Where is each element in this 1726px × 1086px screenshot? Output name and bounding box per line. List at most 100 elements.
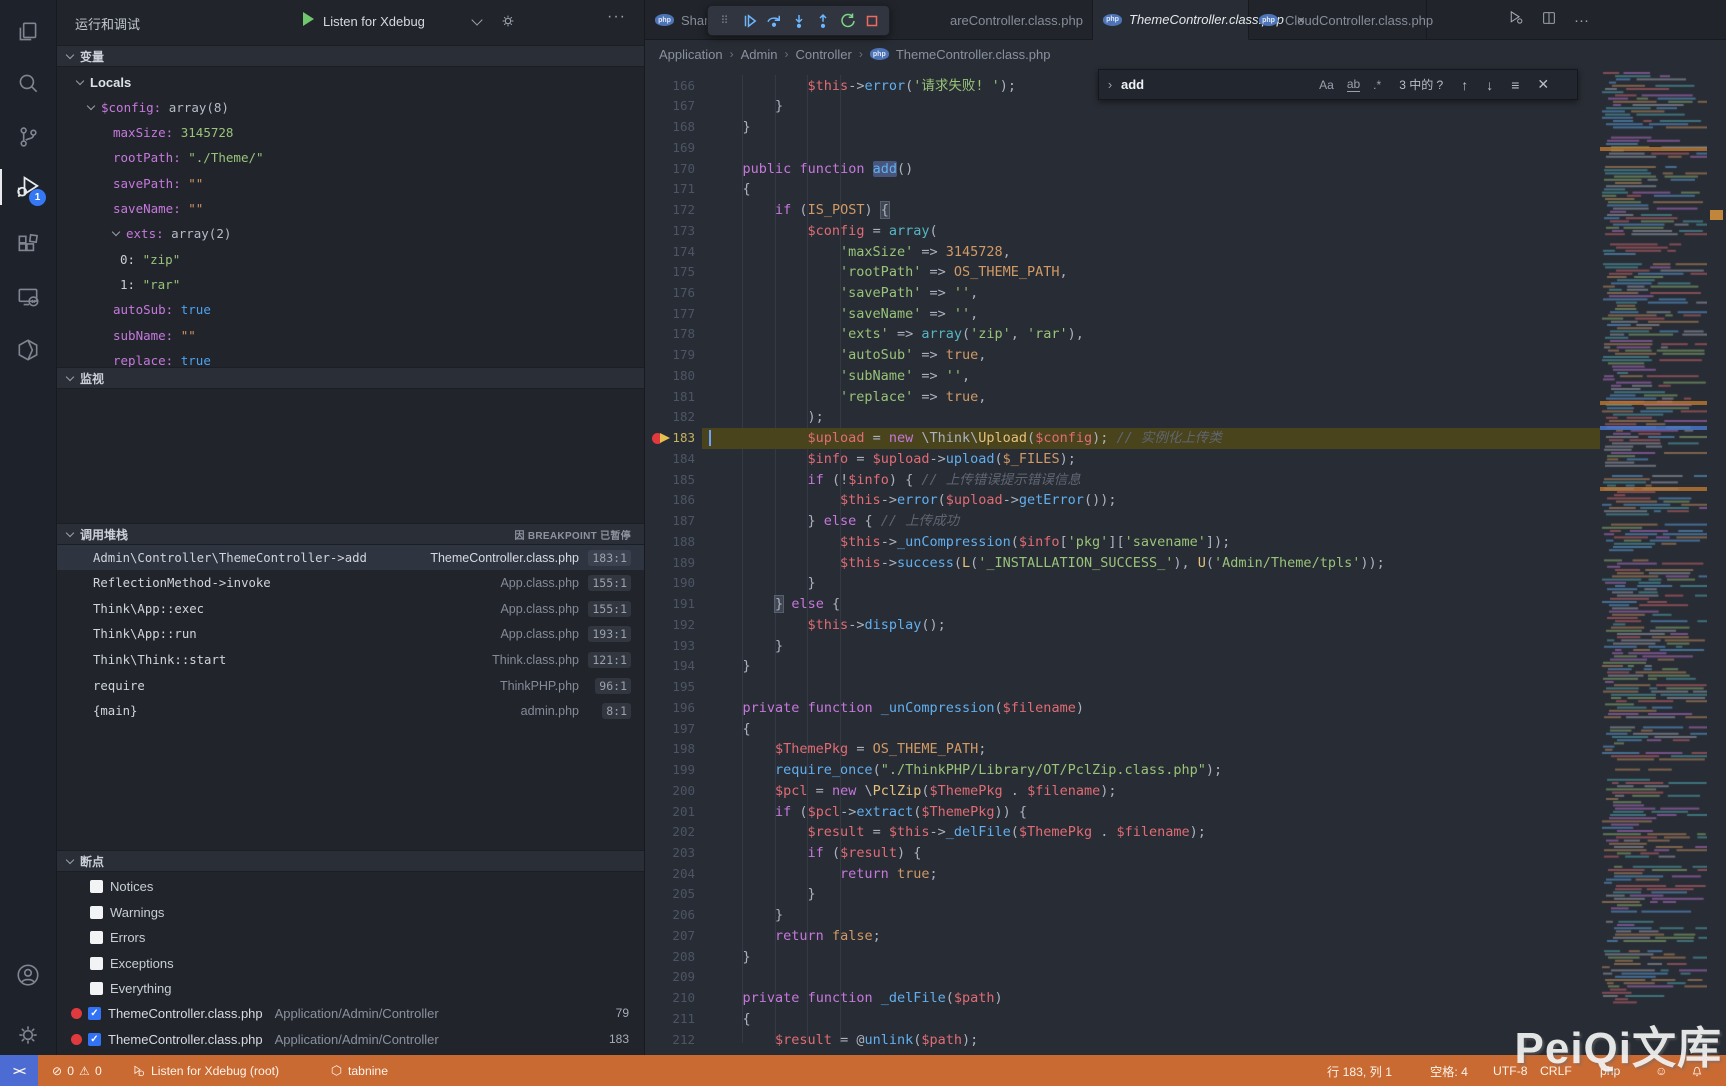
code-line[interactable]: 192 $this->display(); (645, 615, 1600, 636)
remote-explorer-icon[interactable] (0, 275, 56, 319)
line-number[interactable]: 212 (645, 1030, 695, 1051)
problems-status[interactable]: ⊘ 0 ⚠ 0 (52, 1055, 102, 1086)
code-line[interactable]: 180 'subName' => '', (645, 366, 1600, 387)
stop-icon[interactable] (862, 11, 882, 31)
checkbox-unchecked[interactable] (90, 879, 103, 893)
code-line[interactable]: 212 $result = @unlink($path); (645, 1030, 1600, 1051)
line-number[interactable]: 201 (645, 802, 695, 823)
checkbox-checked[interactable]: ✓ (88, 1032, 101, 1046)
line-number[interactable]: 171 (645, 179, 695, 200)
code-line[interactable]: 202 $result = $this->_delFile($ThemePkg … (645, 822, 1600, 843)
breadcrumb-item[interactable]: ThemeController.class.php (896, 47, 1051, 62)
line-number[interactable]: 188 (645, 532, 695, 553)
code-line[interactable]: 207 return false; (645, 926, 1600, 947)
code-line[interactable]: 181 'replace' => true, (645, 387, 1600, 408)
more-actions-icon[interactable]: ··· (1574, 12, 1589, 29)
regex-icon[interactable]: .* (1373, 78, 1381, 92)
match-case-icon[interactable]: Aa (1319, 78, 1334, 92)
line-number[interactable]: 195 (645, 677, 695, 698)
line-number[interactable]: 179 (645, 345, 695, 366)
code-line[interactable]: 195 (645, 677, 1600, 698)
code-line[interactable]: 174 'maxSize' => 3145728, (645, 242, 1600, 263)
callstack-frame[interactable]: require ThinkPHP.php 96:1 (57, 673, 644, 698)
callstack-frame[interactable]: Think\App::run App.class.php 193:1 (57, 622, 644, 647)
line-number[interactable]: 192 (645, 615, 695, 636)
restart-icon[interactable] (838, 11, 858, 31)
search-icon[interactable] (0, 61, 56, 105)
exception-breakpoint-row[interactable]: Warnings (57, 899, 644, 925)
line-number[interactable]: 177 (645, 304, 695, 325)
whole-word-icon[interactable]: ab (1346, 77, 1361, 92)
code-line[interactable]: 169 (645, 138, 1600, 159)
line-number[interactable]: 185 (645, 470, 695, 491)
code-line[interactable]: 194 } (645, 656, 1600, 677)
scrollbar[interactable] (1707, 68, 1726, 1055)
checkbox-unchecked[interactable] (90, 981, 103, 995)
chevron-down-icon[interactable] (111, 228, 121, 237)
code-line[interactable]: 200 $pcl = new \PclZip($ThemePkg . $file… (645, 781, 1600, 802)
line-number[interactable]: 168 (645, 117, 695, 138)
drag-handle-icon[interactable]: ⠿ (715, 11, 735, 31)
line-number[interactable]: 207 (645, 926, 695, 947)
cursor-position[interactable]: 行 183, 列 1 (1327, 1055, 1392, 1086)
code-line[interactable]: 211 { (645, 1009, 1600, 1030)
code-line[interactable]: 175 'rootPath' => OS_THEME_PATH, (645, 262, 1600, 283)
breadcrumb[interactable]: Application › Admin › Controller › php Them… (645, 40, 1600, 68)
chevron-down-icon[interactable] (471, 14, 483, 26)
variable-row[interactable]: savePath: "" (57, 170, 644, 196)
line-number[interactable]: 187 (645, 511, 695, 532)
code-line[interactable]: 208 } (645, 947, 1600, 968)
checkbox-unchecked[interactable] (90, 930, 103, 944)
start-debug-icon[interactable] (303, 12, 314, 26)
variable-row[interactable]: 1: "rar" (57, 271, 644, 297)
arrow-down-icon[interactable]: ↓ (1486, 77, 1493, 93)
exception-breakpoint-row[interactable]: Notices (57, 873, 644, 899)
line-number[interactable]: 169 (645, 138, 695, 159)
variable-row[interactable]: exts: array(2) (57, 221, 644, 247)
line-number[interactable]: 194 (645, 656, 695, 677)
line-number[interactable]: 206 (645, 905, 695, 926)
callstack-frame[interactable]: Think\App::exec App.class.php 155:1 (57, 596, 644, 621)
line-number[interactable]: 181 (645, 387, 695, 408)
callstack-frame[interactable]: Think\Think::start Think.class.php 121:1 (57, 647, 644, 672)
variable-row[interactable]: Locals (57, 69, 644, 95)
code-line[interactable]: 182 ); (645, 407, 1600, 428)
code-line[interactable]: 206 } (645, 905, 1600, 926)
exception-breakpoint-row[interactable]: Errors (57, 924, 644, 950)
line-number[interactable]: 182 (645, 407, 695, 428)
breadcrumb-item[interactable]: Controller (795, 47, 851, 62)
chevron-down-icon[interactable] (75, 76, 85, 85)
code-line[interactable]: 197 { (645, 719, 1600, 740)
line-number[interactable]: 205 (645, 884, 695, 905)
variable-row[interactable]: subName: "" (57, 322, 644, 348)
variable-row[interactable]: autoSub: true (57, 297, 644, 323)
line-number[interactable]: 186 (645, 490, 695, 511)
checkbox-unchecked[interactable] (90, 956, 103, 970)
callstack-frame[interactable]: Admin\Controller\ThemeController->add The… (57, 545, 644, 570)
callstack-frame[interactable]: ReflectionMethod->invoke App.class.php 155… (57, 571, 644, 596)
run-or-debug-icon[interactable] (1507, 9, 1524, 31)
line-number[interactable]: 193 (645, 636, 695, 657)
code-line[interactable]: 185 if (!$info) { // 上传错误提示错误信息 (645, 470, 1600, 491)
step-into-icon[interactable] (789, 11, 809, 31)
code-editor[interactable]: 166 $this->error('请求失败! '); 167 } 168 } 169… (645, 68, 1600, 1055)
source-control-icon[interactable] (0, 115, 56, 159)
line-number[interactable]: 173 (645, 221, 695, 242)
line-number[interactable]: 200 (645, 781, 695, 802)
code-line[interactable]: 201 if ($pcl->extract($ThemePkg)) { (645, 802, 1600, 823)
variable-row[interactable]: maxSize: 3145728 (57, 120, 644, 146)
code-line[interactable]: 171 { (645, 179, 1600, 200)
code-line[interactable]: 204 return true; (645, 864, 1600, 885)
code-line[interactable]: 191 } else { (645, 594, 1600, 615)
line-number[interactable]: 167 (645, 96, 695, 117)
tabnine-status[interactable]: tabnine (330, 1055, 388, 1086)
code-line[interactable]: 209 (645, 967, 1600, 988)
callstack-frame[interactable]: {main} admin.php 8:1 (57, 699, 644, 724)
line-number[interactable]: 197 (645, 719, 695, 740)
find-in-selection-icon[interactable]: ≡ (1511, 77, 1519, 93)
tab-cloudcontroller[interactable]: php CloudController.class.php (1249, 0, 1433, 40)
code-line[interactable]: 199 require_once("./ThinkPHP/Library/OT/… (645, 760, 1600, 781)
step-out-icon[interactable] (813, 11, 833, 31)
code-line[interactable]: 178 'exts' => array('zip', 'rar'), (645, 324, 1600, 345)
code-line[interactable]: 179 'autoSub' => true, (645, 345, 1600, 366)
